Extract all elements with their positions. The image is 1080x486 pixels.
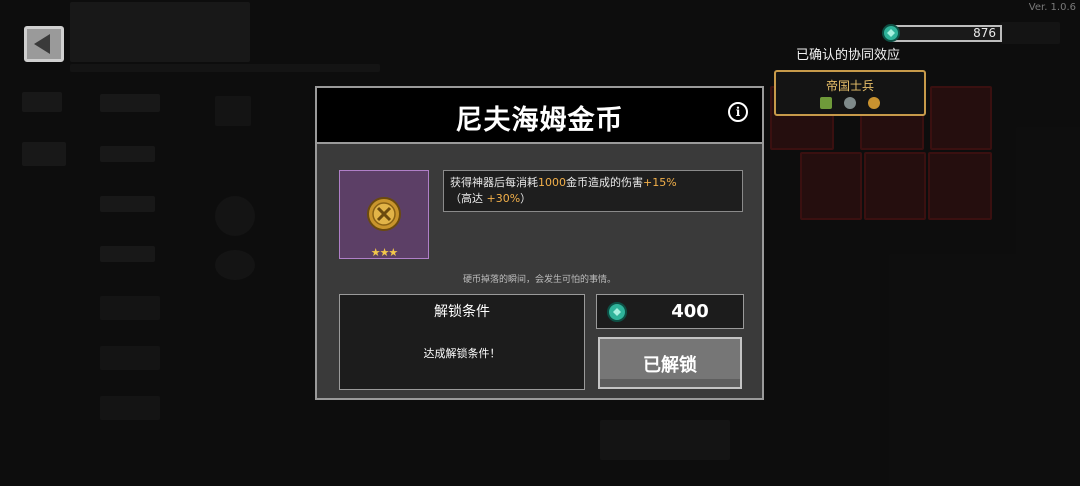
desc-cap-suffix: ）: [520, 192, 532, 205]
desc-text-2: 金币造成的伤害: [566, 176, 643, 189]
desc-cap-prefix: （高达: [450, 192, 487, 205]
synergy-heading: 已确认的协同效应: [796, 48, 901, 63]
back-arrow-icon: [34, 34, 50, 54]
artifact-detail-modal: 尼夫海姆金币 i ★★★ 获得神器后每消耗1000金币造成的伤害+15% （高达…: [315, 86, 764, 400]
unlock-condition-box: 解锁条件 达成解锁条件！: [339, 294, 585, 390]
version-label: Ver. 1.0.6: [1028, 2, 1076, 13]
price-box: 400: [596, 294, 744, 329]
currency-amount: 876: [973, 26, 996, 40]
back-button[interactable]: [24, 26, 64, 62]
soldier-icon: [820, 97, 832, 109]
synergy-card[interactable]: 帝国士兵: [774, 70, 926, 116]
artifact-card: ★★★: [339, 170, 429, 259]
flavor-text: 硬币掉落的瞬间，会发生可怕的事情。: [462, 275, 616, 285]
gold-coin-icon: [367, 197, 401, 231]
gem-icon: [607, 302, 627, 322]
artifact-description: 获得神器后每消耗1000金币造成的伤害+15% （高达 +30%）: [443, 170, 743, 212]
desc-amount: 1000: [538, 176, 566, 189]
unlock-condition-value: 达成解锁条件！: [423, 347, 501, 360]
desc-cap: +30%: [486, 192, 521, 205]
desc-bonus: +15%: [643, 176, 677, 189]
coin-icon: [868, 97, 880, 109]
desc-text: 获得神器后每消耗: [450, 176, 538, 189]
price-amount: 400: [671, 301, 709, 322]
unlocked-button[interactable]: 已解锁: [598, 337, 742, 389]
unlocked-button-label: 已解锁: [643, 355, 697, 376]
info-icon[interactable]: i: [728, 102, 748, 122]
currency-display: 876: [882, 24, 1002, 43]
synergy-name: 帝国士兵: [825, 79, 874, 93]
modal-header: 尼夫海姆金币 i: [317, 88, 762, 144]
gem-icon: [882, 24, 900, 42]
modal-title: 尼夫海姆金币: [455, 105, 624, 136]
orb-icon: [844, 97, 856, 109]
unlock-condition-title: 解锁条件: [434, 304, 490, 320]
rarity-stars: ★★★: [370, 246, 399, 259]
